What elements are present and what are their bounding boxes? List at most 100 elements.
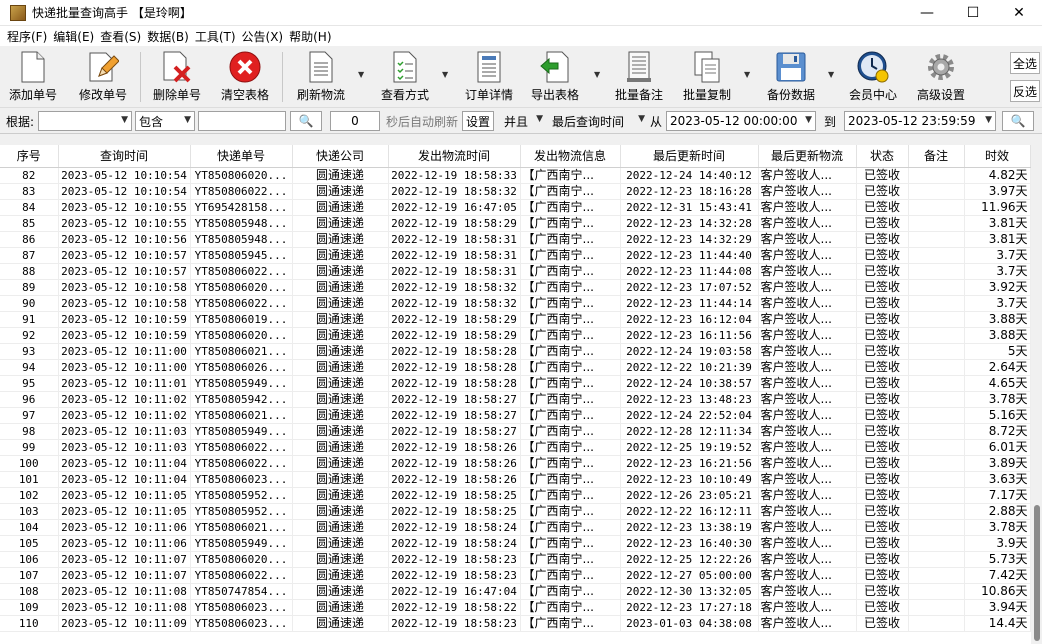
batch-note-button[interactable]: 批量备注 [610,48,668,106]
table-row[interactable]: 88 2023-05-12 10:10:57 YT850806022... 圆通速递 2… [0,263,1031,280]
cell-note [908,439,965,456]
cell-ship-time: 2022-12-19 18:58:23 [388,567,521,584]
table-row[interactable]: 110 2023-05-12 10:11:09 YT850806023... 圆通速递… [0,615,1031,632]
table-row[interactable]: 103 2023-05-12 10:11:05 YT850805952... 圆通速递… [0,503,1031,520]
view-mode-button[interactable]: 查看方式 [376,48,434,106]
date-search-button[interactable]: 🔍 [1002,111,1034,131]
invert-selection-button[interactable]: 反选 [1010,80,1040,102]
col-note-header[interactable]: 备注 [908,145,965,168]
view-mode-label: 查看方式 [380,88,429,102]
table-row[interactable]: 106 2023-05-12 10:11:07 YT850806020... 圆通速递… [0,551,1031,568]
menu-data[interactable]: 数据(B) [144,28,192,45]
export-dropdown-icon[interactable]: ▼ [594,70,600,79]
col-duration-header[interactable]: 时效 [964,145,1031,168]
table-row[interactable]: 83 2023-05-12 10:10:54 YT850806022... 圆通速递 2… [0,183,1031,200]
field-select[interactable]: ▼ [38,111,132,131]
member-center-button[interactable]: 会员中心 [844,48,902,106]
backup-dropdown-icon[interactable]: ▼ [828,70,834,79]
maximize-icon[interactable]: ☐ [950,0,996,26]
menu-view[interactable]: 查看(S) [97,28,144,45]
table-row[interactable]: 91 2023-05-12 10:10:59 YT850806019... 圆通速递 2… [0,311,1031,328]
batch-copy-dropdown-icon[interactable]: ▼ [744,70,750,79]
col-ship-time-header[interactable]: 发出物流时间 [388,145,521,168]
table-row[interactable]: 107 2023-05-12 10:11:07 YT850806022... 圆通速递… [0,567,1031,584]
table-row[interactable]: 89 2023-05-12 10:10:58 YT850806020... 圆通速递 2… [0,279,1031,296]
match-mode-select[interactable]: 包含 ▼ [135,111,195,131]
vertical-scrollbar[interactable] [1031,145,1042,644]
table-row[interactable]: 109 2023-05-12 10:11:08 YT850806023... 圆通速递… [0,599,1031,616]
table-row[interactable]: 97 2023-05-12 10:11:02 YT850806021... 圆通速递 2… [0,407,1031,424]
refresh-dropdown-icon[interactable]: ▼ [358,70,364,79]
order-detail-button[interactable]: 订单详情 [460,48,518,106]
cell-courier: 圆通速递 [292,199,389,216]
table-row[interactable]: 90 2023-05-12 10:10:58 YT850806022... 圆通速递 2… [0,295,1031,312]
cell-courier: 圆通速递 [292,311,389,328]
refresh-logistics-button[interactable]: 刷新物流 [292,48,350,106]
table-row[interactable]: 95 2023-05-12 10:11:01 YT850805949... 圆通速递 2… [0,375,1031,392]
menu-tools[interactable]: 工具(T) [192,28,239,45]
edit-order-button[interactable]: 修改单号 [74,48,132,106]
backup-data-button[interactable]: 备份数据 [762,48,820,106]
menu-edit[interactable]: 编辑(E) [50,28,97,45]
table-row[interactable]: 98 2023-05-12 10:11:03 YT850805949... 圆通速递 2… [0,423,1031,440]
cell-ship-time: 2022-12-19 18:58:32 [388,183,521,200]
table-row[interactable]: 99 2023-05-12 10:11:03 YT850806022... 圆通速递 2… [0,439,1031,456]
close-icon[interactable]: ✕ [996,0,1042,26]
col-tracking-number-header[interactable]: 快递单号 [190,145,293,168]
menu-program[interactable]: 程序(F) [4,28,50,45]
col-index-header[interactable]: 序号 [0,145,59,168]
col-ship-info-header[interactable]: 发出物流信息 [520,145,621,168]
col-last-update-time-header[interactable]: 最后更新时间 [620,145,759,168]
col-status-header[interactable]: 状态 [856,145,909,168]
table-row[interactable]: 84 2023-05-12 10:10:55 YT695428158... 圆通速递 2… [0,199,1031,216]
table-row[interactable]: 96 2023-05-12 10:11:02 YT850805942... 圆通速递 2… [0,391,1031,408]
minimize-icon[interactable]: — [904,0,950,26]
cell-last-update-info: 客户签收人... [758,471,857,488]
batch-copy-button[interactable]: 批量复制 [678,48,736,106]
table-row[interactable]: 100 2023-05-12 10:11:04 YT850806022... 圆通速递… [0,455,1031,472]
to-date-picker[interactable]: 2023-05-12 23:59:59 ▼ [844,111,996,131]
table-row[interactable]: 82 2023-05-12 10:10:54 YT850806020... 圆通速递 2… [0,167,1031,184]
table-row[interactable]: 86 2023-05-12 10:10:56 YT850805948... 圆通速递 2… [0,231,1031,248]
table-row[interactable]: 92 2023-05-12 10:10:59 YT850806020... 圆通速递 2… [0,327,1031,344]
col-courier-header[interactable]: 快递公司 [292,145,389,168]
table-row[interactable]: 105 2023-05-12 10:11:06 YT850805949... 圆通速递… [0,535,1031,552]
delete-order-button[interactable]: 删除单号 [148,48,206,106]
refresh-seconds-input[interactable]: 0 [330,111,380,131]
table-row[interactable]: 85 2023-05-12 10:10:55 YT850805948... 圆通速递 2… [0,215,1031,232]
time-field-select[interactable]: 最后查询时间 ▼ [548,111,648,131]
view-mode-dropdown-icon[interactable]: ▼ [442,70,448,79]
cell-last-update-info: 客户签收人... [758,391,857,408]
export-table-button[interactable]: 导出表格 [526,48,584,106]
search-button[interactable]: 🔍 [290,111,322,131]
clear-table-button[interactable]: 清空表格 [216,48,274,106]
set-button[interactable]: 设置 [462,111,494,131]
table-row[interactable]: 94 2023-05-12 10:11:00 YT850806026... 圆通速递 2… [0,359,1031,376]
cell-ship-info: 【广西南宁... [520,167,621,184]
col-last-update-info-header[interactable]: 最后更新物流 [758,145,857,168]
cell-index: 86 [0,231,59,248]
keyword-input[interactable] [198,111,286,131]
advanced-settings-button[interactable]: 高级设置 [912,48,970,106]
auto-refresh-label: 秒后自动刷新 [386,114,459,129]
cell-note [908,567,965,584]
logic-select[interactable]: 并且 ▼ [500,111,546,131]
table-row[interactable]: 101 2023-05-12 10:11:04 YT850806023... 圆通速递… [0,471,1031,488]
scrollbar-thumb[interactable] [1034,505,1040,641]
cell-ship-info: 【广西南宁... [520,487,621,504]
cell-ship-time: 2022-12-19 18:58:25 [388,503,521,520]
from-date-picker[interactable]: 2023-05-12 00:00:00 ▼ [666,111,816,131]
edit-pencil-icon [86,50,120,84]
cell-courier: 圆通速递 [292,407,389,424]
col-query-time-header[interactable]: 查询时间 [58,145,191,168]
table-row[interactable]: 104 2023-05-12 10:11:06 YT850806021... 圆通速递… [0,519,1031,536]
table-row[interactable]: 87 2023-05-12 10:10:57 YT850805945... 圆通速递 2… [0,247,1031,264]
table-row[interactable]: 108 2023-05-12 10:11:08 YT850747854... 圆通速递… [0,583,1031,600]
add-order-button[interactable]: 添加单号 [4,48,62,106]
table-row[interactable]: 102 2023-05-12 10:11:05 YT850805952... 圆通速递… [0,487,1031,504]
select-all-button[interactable]: 全选 [1010,52,1040,74]
table-row[interactable]: 93 2023-05-12 10:11:00 YT850806021... 圆通速递 2… [0,343,1031,360]
menu-notice[interactable]: 公告(X) [239,28,287,45]
cell-courier: 圆通速递 [292,471,389,488]
menu-help[interactable]: 帮助(H) [286,28,334,45]
